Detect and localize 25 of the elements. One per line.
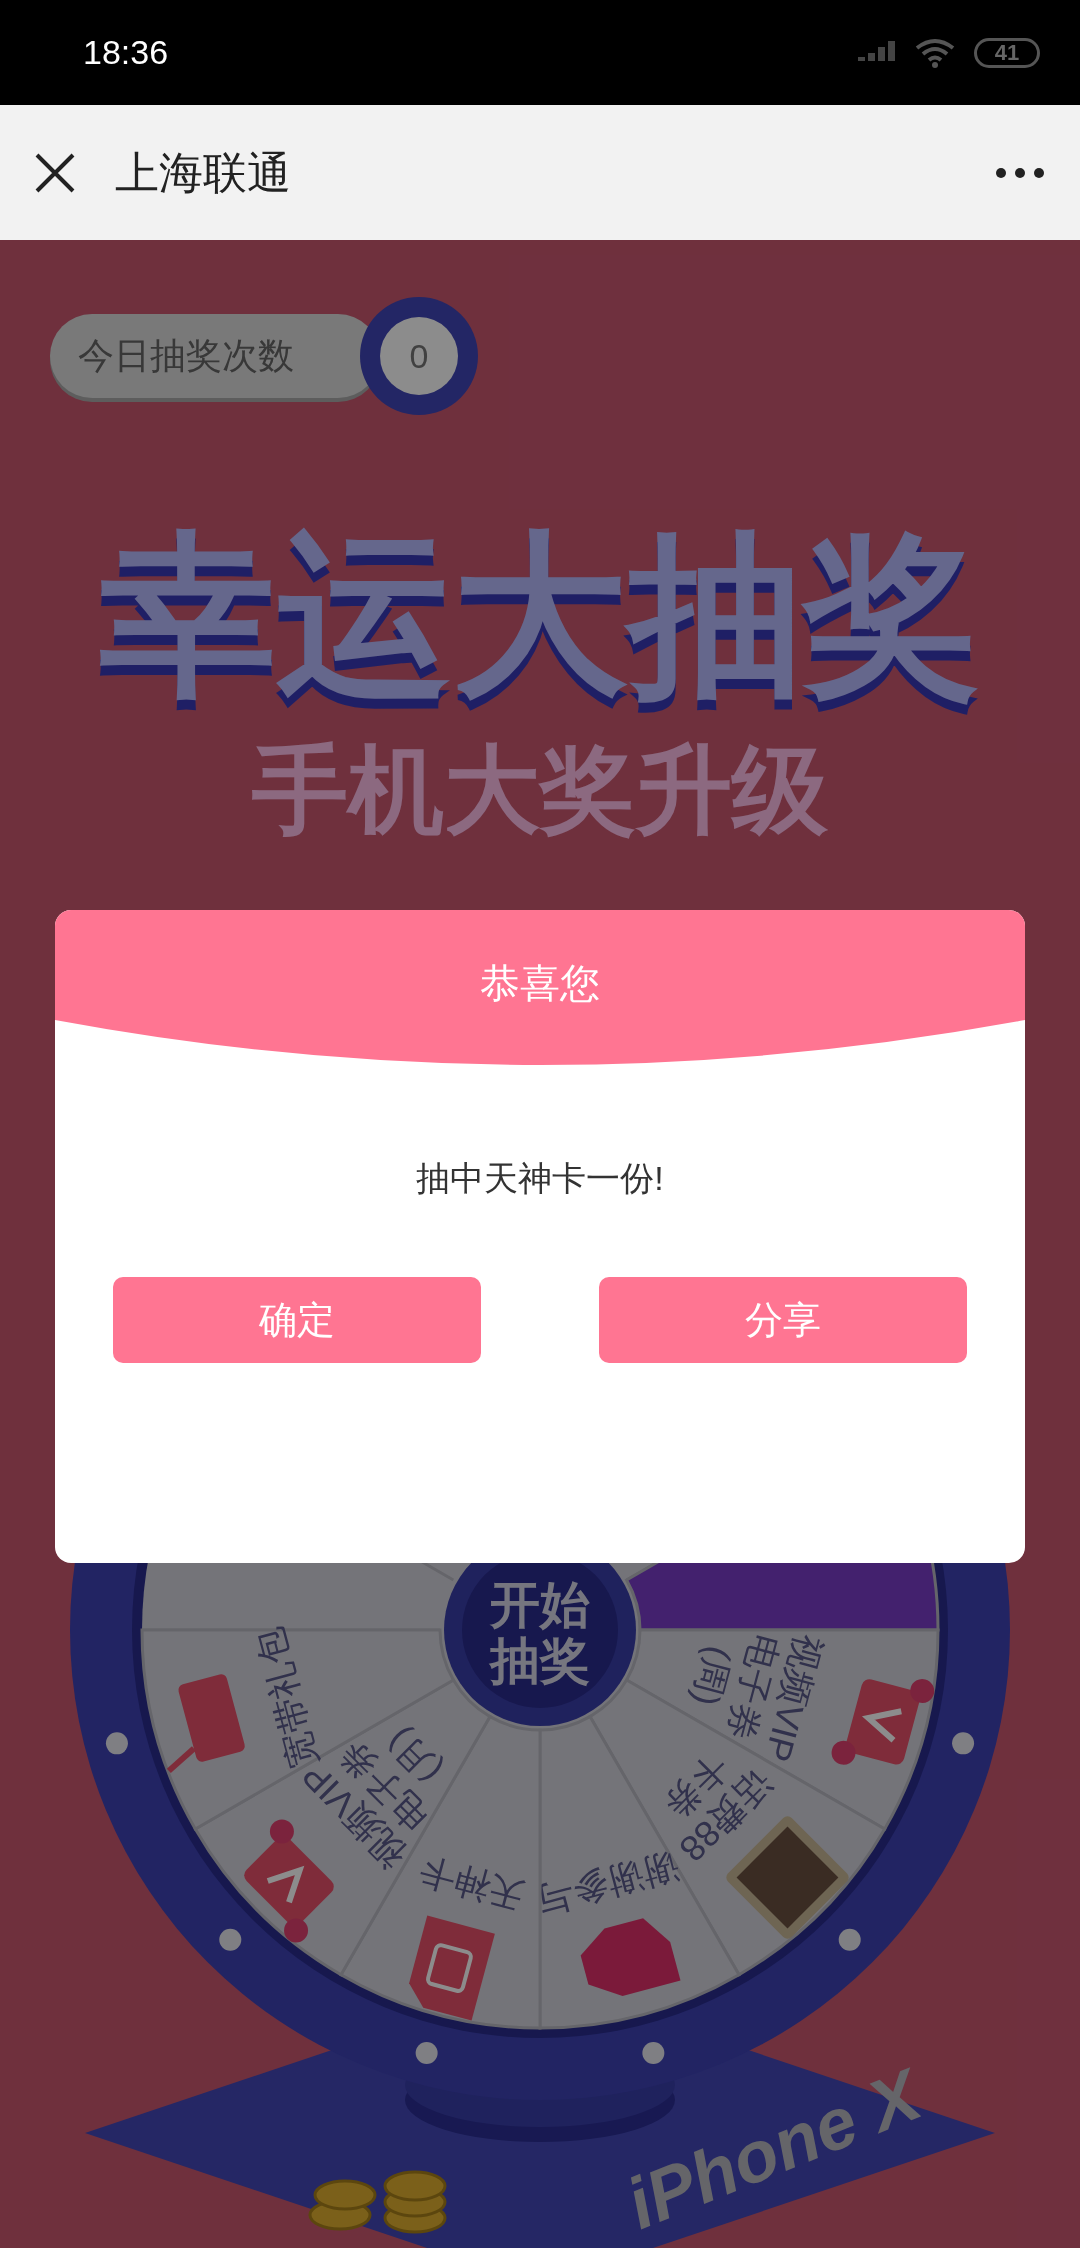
rim-light: [642, 2042, 665, 2065]
wifi-icon: [914, 36, 956, 69]
sim-card-icon: [409, 1915, 495, 2021]
rim-light: [105, 1732, 128, 1755]
segment-label: 宽带礼包: [248, 1623, 325, 1773]
more-icon[interactable]: [995, 166, 1045, 179]
iphone-x-label: iPhone X: [615, 2054, 932, 2244]
dialog-message: 抽中天神卡一份!: [416, 1158, 664, 1199]
battery-level: 41: [994, 41, 1020, 64]
draw-count-value: 0: [409, 335, 429, 377]
headline-subtitle: 手机大奖升级: [252, 735, 828, 845]
headline-title: 幸运大抽奖: [100, 516, 980, 715]
rim-light: [838, 1928, 861, 1951]
draw-count-label: 今日抽奖次数: [78, 334, 294, 378]
close-icon[interactable]: [35, 152, 75, 193]
segment-label: 天神卡: [414, 1849, 530, 1918]
vip-ticket-icon: [831, 1677, 935, 1767]
share-button[interactable]: 分享: [599, 1277, 967, 1363]
dialog-title: 恭喜您: [480, 960, 600, 1007]
rim-light: [415, 2042, 438, 2065]
rim-light: [952, 1732, 975, 1755]
page-title: 上海联通: [115, 146, 291, 199]
status-time: 18:36: [83, 32, 169, 73]
rim-light: [219, 1928, 242, 1951]
confirm-button[interactable]: 确定: [113, 1277, 481, 1363]
